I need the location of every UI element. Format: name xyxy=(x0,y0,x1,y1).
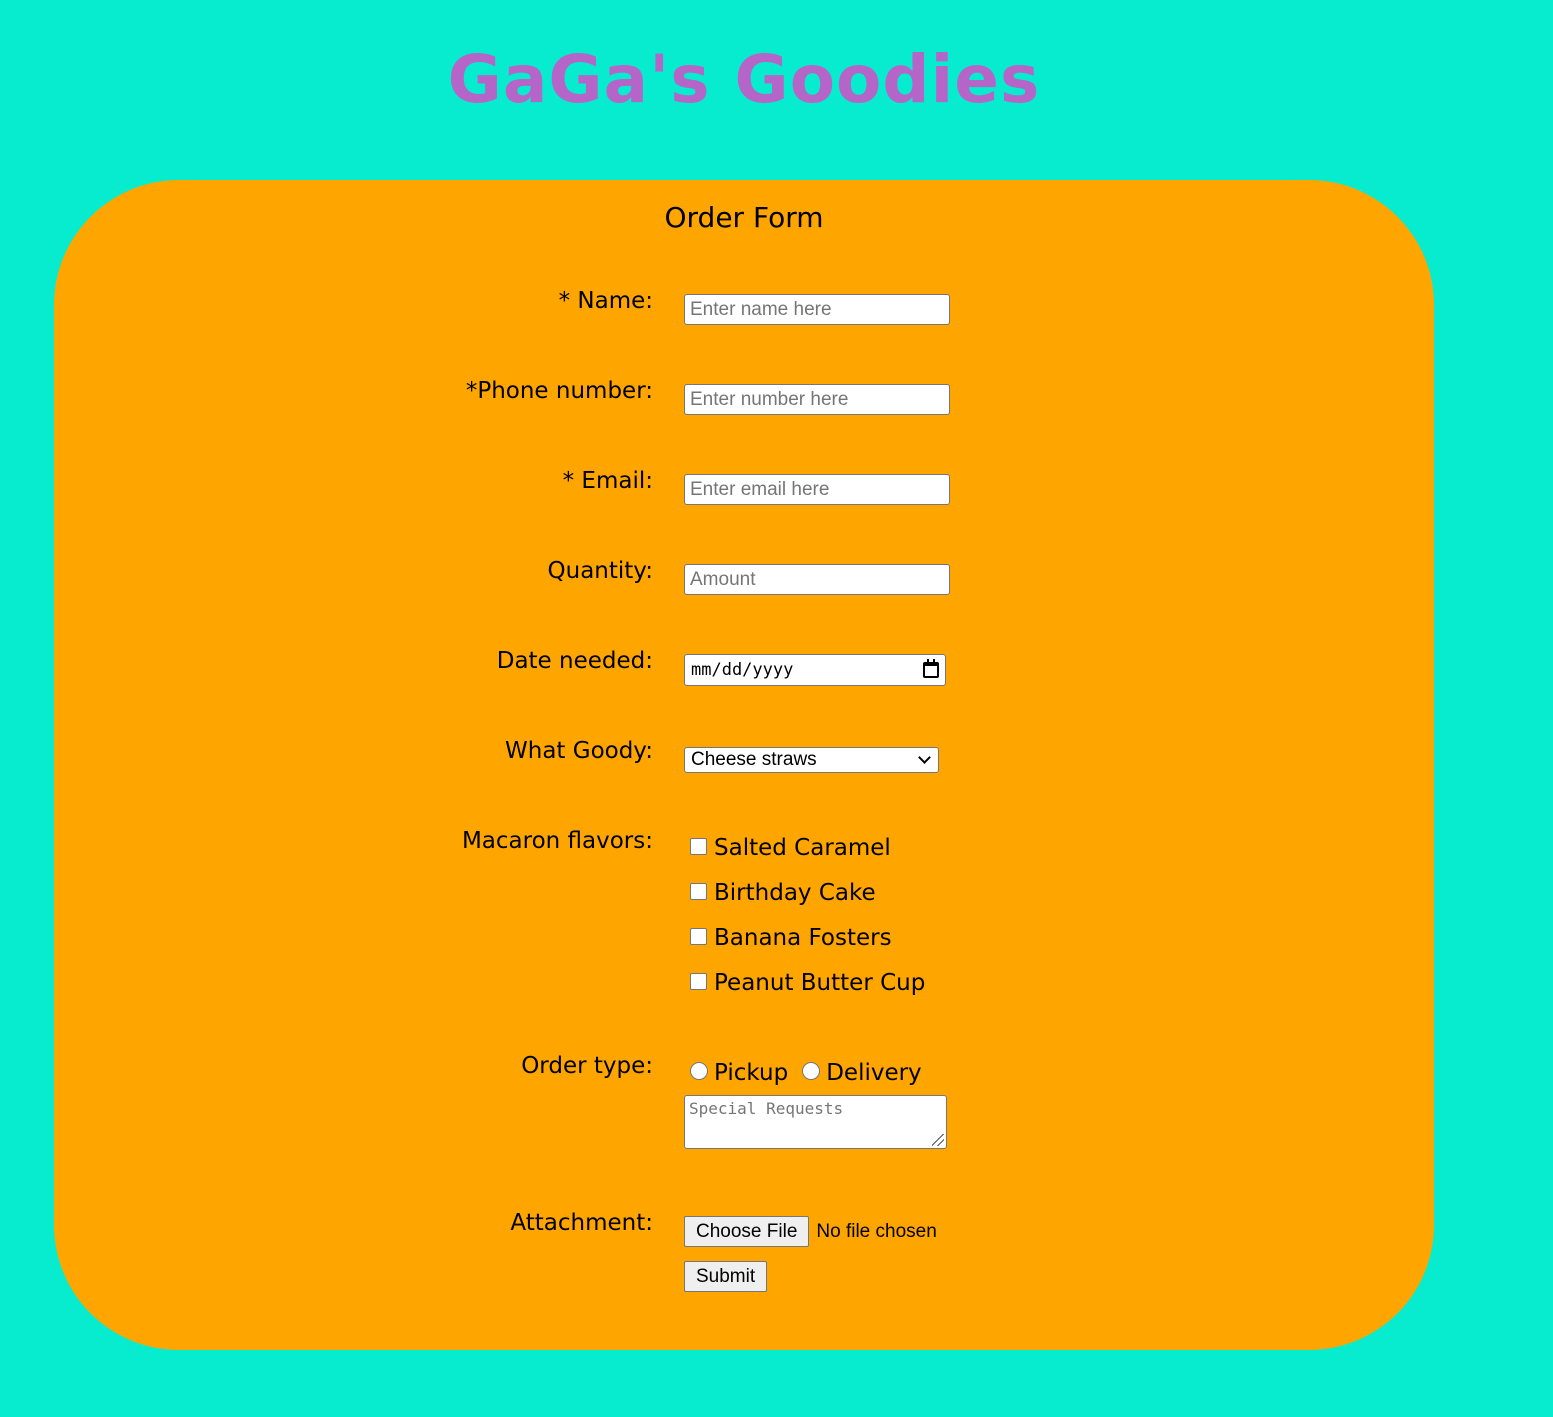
date-placeholder: mm/dd/yyyy xyxy=(691,660,794,680)
name-input[interactable] xyxy=(684,294,950,325)
form-heading: Order Form xyxy=(664,201,824,234)
order-type-options: Pickup Delivery xyxy=(690,1058,922,1088)
phone-label: *Phone number: xyxy=(465,378,653,404)
file-input: Choose File No file chosen xyxy=(684,1216,937,1247)
phone-input[interactable] xyxy=(684,384,950,415)
quantity-label: Quantity: xyxy=(547,558,653,584)
macaron-flavors-label: Macaron flavors: xyxy=(461,828,653,854)
checkbox[interactable] xyxy=(690,972,707,990)
option-label: Birthday Cake xyxy=(714,880,876,906)
checkbox[interactable] xyxy=(690,837,707,855)
goody-label: What Goody: xyxy=(505,738,653,764)
resize-handle-icon[interactable] xyxy=(932,1134,944,1146)
name-label: * Name: xyxy=(558,288,653,314)
attachment-label: Attachment: xyxy=(510,1210,653,1236)
quantity-input[interactable] xyxy=(684,564,950,595)
goody-selected-value: Cheese straws xyxy=(691,749,817,770)
option-label: Banana Fosters xyxy=(714,925,892,951)
option-label: Peanut Butter Cup xyxy=(714,970,926,996)
radio-label-pickup: Pickup xyxy=(714,1060,789,1086)
radio-pickup[interactable] xyxy=(690,1062,708,1080)
macaron-option-salted-caramel[interactable]: Salted Caramel xyxy=(690,833,891,863)
checkbox[interactable] xyxy=(690,882,707,900)
order-type-label: Order type: xyxy=(521,1053,653,1079)
choose-file-button[interactable]: Choose File xyxy=(684,1216,810,1247)
macaron-option-birthday-cake[interactable]: Birthday Cake xyxy=(690,878,876,908)
email-input[interactable] xyxy=(684,474,950,505)
special-requests-textarea[interactable] xyxy=(684,1095,947,1149)
radio-label-delivery: Delivery xyxy=(826,1060,922,1086)
calendar-icon[interactable] xyxy=(923,659,939,678)
date-needed-input[interactable]: mm/dd/yyyy xyxy=(684,654,946,686)
option-label: Salted Caramel xyxy=(714,835,891,861)
radio-delivery[interactable] xyxy=(802,1062,821,1080)
chevron-down-icon xyxy=(918,751,931,764)
goody-select[interactable]: Cheese straws xyxy=(684,747,939,773)
submit-button[interactable]: Submit xyxy=(684,1261,768,1292)
macaron-option-peanut-butter-cup[interactable]: Peanut Butter Cup xyxy=(690,968,925,998)
macaron-option-banana-fosters[interactable]: Banana Fosters xyxy=(690,923,892,953)
email-label: * Email: xyxy=(562,468,653,494)
site-title: GaGa's Goodies xyxy=(447,41,1041,118)
checkbox[interactable] xyxy=(690,927,707,945)
file-status: No file chosen xyxy=(816,1220,937,1242)
date-label: Date needed: xyxy=(496,648,653,674)
